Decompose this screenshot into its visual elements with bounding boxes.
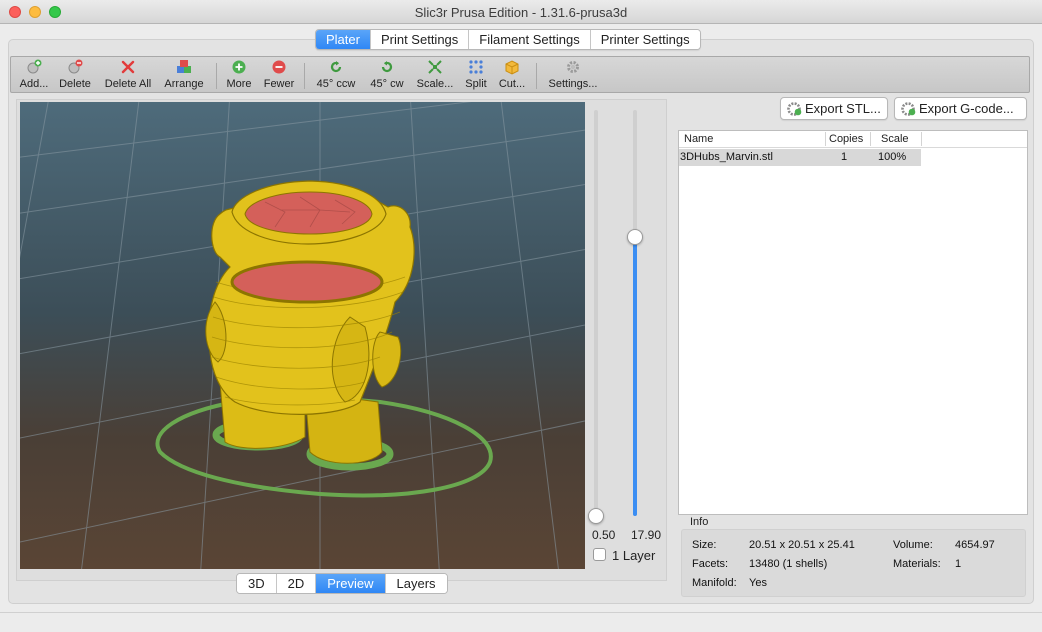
toolbar-separator [304,63,305,89]
cut-box-icon [504,59,520,75]
arrange-button[interactable]: Arrange [161,59,207,92]
object-copies: 1 [841,151,848,163]
plus-circle-icon [231,59,247,75]
column-scale[interactable]: Scale [881,133,909,145]
manifold-label: Manifold: [692,577,737,589]
add-button[interactable]: Add... [17,59,51,92]
high-layer-value: 17.90 [631,528,662,542]
tab-filament-settings[interactable]: Filament Settings [469,30,591,49]
more-button[interactable]: More [224,59,254,92]
object-list[interactable]: Name Copies Scale 3DHubs_Marvin.stl 1 10… [678,130,1028,515]
materials-value: 1 [955,558,962,570]
one-layer-checkbox[interactable] [593,548,606,561]
rotate-cw-button[interactable]: 45° cw [367,59,407,92]
add-object-icon [26,59,42,75]
tab-3d[interactable]: 3D [237,574,277,593]
rotate-ccw-button[interactable]: 45° ccw [313,59,359,92]
size-label: Size: [692,539,717,551]
tab-print-settings[interactable]: Print Settings [370,30,470,49]
toolbar-separator [216,63,217,89]
gear-icon [565,59,581,75]
print-bed-preview [20,102,585,569]
info-panel: Size: 20.51 x 20.51 x 25.41 Facets: 1348… [681,529,1026,597]
delete-button[interactable]: Delete [55,59,95,92]
column-name[interactable]: Name [684,133,713,145]
cross-icon [120,59,136,75]
materials-label: Materials: [893,558,941,570]
tab-layers[interactable]: Layers [385,574,447,593]
object-list-header: Name Copies Scale [679,131,1027,148]
facets-label: Facets: [692,558,729,570]
facets-value: 13480 (1 shells) [749,558,828,570]
export-gcode-icon [900,101,916,116]
low-layer-value: 0.50 [592,528,616,542]
delete-object-icon [67,59,83,75]
low-layer-track[interactable] [594,110,598,516]
scale-icon [427,59,443,75]
status-bar [0,612,1042,632]
low-layer-handle[interactable] [588,508,604,524]
toolbar-separator [536,63,537,89]
column-copies[interactable]: Copies [829,133,863,145]
high-layer-handle[interactable] [627,229,643,245]
export-stl-button[interactable]: Export STL... [780,97,888,120]
column-divider [921,132,922,146]
manifold-value: Yes [749,577,767,589]
tab-preview[interactable]: Preview [316,574,386,593]
object-scale: 100% [878,151,907,163]
split-button[interactable]: Split [462,59,490,92]
fewer-button[interactable]: Fewer [261,59,297,92]
rotate-cw-icon [379,59,395,75]
volume-value: 4654.97 [955,539,995,551]
gcode-preview-canvas[interactable] [20,102,585,569]
view-mode-tabs: 3D 2D Preview Layers [236,573,448,594]
main-tabs: Plater Print Settings Filament Settings … [315,29,701,50]
scale-button[interactable]: Scale... [415,59,455,92]
window-title: Slic3r Prusa Edition - 1.31.6-prusa3d [414,5,628,20]
minus-circle-icon [271,59,287,75]
table-row[interactable]: 3DHubs_Marvin.stl 1 100% [679,149,921,166]
one-layer-label: 1 Layer [612,548,656,563]
tab-plater[interactable]: Plater [316,30,371,49]
title-bar: Slic3r Prusa Edition - 1.31.6-prusa3d [0,0,1042,24]
volume-label: Volume: [893,539,933,551]
plater-toolbar: Add... Delete Delete All Arrange More Fe… [10,56,1030,93]
export-gcode-button[interactable]: Export G-code... [894,97,1027,120]
tab-printer-settings[interactable]: Printer Settings [590,30,700,49]
layer-range-fill [633,237,637,516]
tab-2d[interactable]: 2D [276,574,317,593]
export-stl-icon [786,101,802,116]
object-name: 3DHubs_Marvin.stl [680,151,773,163]
settings-button[interactable]: Settings... [545,59,601,92]
column-divider [870,132,871,146]
split-icon [468,59,484,75]
column-divider [825,132,826,146]
delete-all-button[interactable]: Delete All [100,59,156,92]
arrange-icon [176,59,192,75]
rotate-ccw-icon [328,59,344,75]
size-value: 20.51 x 20.51 x 25.41 [749,539,855,551]
info-heading: Info [690,516,709,528]
cut-button[interactable]: Cut... [496,59,528,92]
